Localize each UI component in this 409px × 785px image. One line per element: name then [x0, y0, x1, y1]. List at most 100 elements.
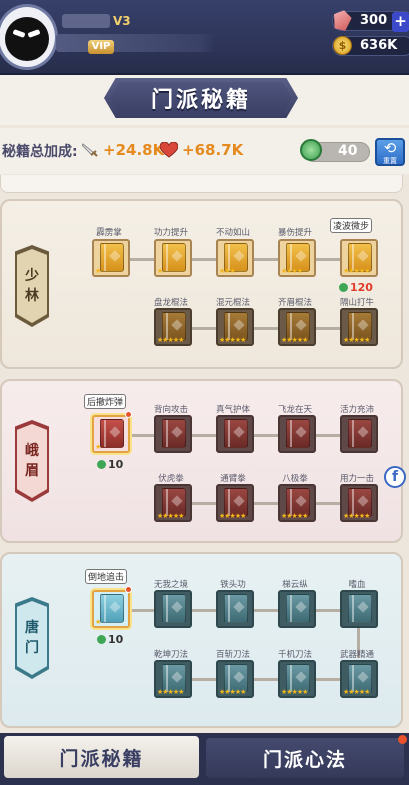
star-rating: [281, 444, 315, 451]
hp-bonus: +68.7K: [182, 141, 244, 159]
skill-node-locked[interactable]: [154, 415, 192, 453]
star-rating: ★: [95, 268, 101, 275]
skill-node-locked[interactable]: ★★★★★: [154, 308, 192, 346]
skill-node-locked[interactable]: [216, 415, 254, 453]
skill-node-active[interactable]: ★: [92, 590, 130, 628]
star-rating: ★★★★★: [343, 337, 370, 344]
star-rating: [343, 444, 377, 451]
star-rating: ★★★★★: [157, 337, 184, 344]
skill-node-gold[interactable]: ★★★★: [278, 239, 316, 277]
attack-bonus: +24.8K: [103, 141, 165, 159]
gem-amount: 300: [360, 13, 388, 28]
bonus-label: 秘籍总加成:: [2, 144, 78, 160]
skill-node-locked[interactable]: [278, 415, 316, 453]
star-rating: ★★★★★: [343, 268, 370, 275]
sect-name-char: 眉: [25, 463, 39, 479]
sect-name-char: 唐: [25, 620, 39, 636]
vip-level: V3: [113, 14, 131, 28]
jade-icon: [300, 139, 322, 161]
skill-node-locked[interactable]: [340, 415, 378, 453]
player-name-redacted: [62, 14, 110, 28]
skill-label: 功力提升: [153, 228, 188, 238]
skill-cost-value: 10: [108, 458, 124, 471]
skill-node-locked[interactable]: ★★★★★: [216, 660, 254, 698]
skill-label: 用力一击: [339, 474, 374, 484]
skill-label: 真气护体: [215, 405, 250, 415]
skill-node-locked[interactable]: ★★★★★: [154, 660, 192, 698]
jade-icon: [339, 283, 348, 292]
star-rating: ★★★★★: [157, 689, 184, 696]
skill-node-locked[interactable]: [154, 590, 192, 628]
jade-icon: [97, 635, 106, 644]
skill-node-locked[interactable]: ★★★★★: [154, 484, 192, 522]
add-gems-button[interactable]: +: [392, 12, 409, 32]
sect-emblem-shaolin: 少 林: [17, 249, 47, 323]
skill-node-locked[interactable]: ★★★★★: [340, 484, 378, 522]
skill-label-bubble: 倒地追击: [85, 569, 128, 584]
tab-sect-heart-method[interactable]: 门派心法: [206, 738, 404, 778]
skill-node-locked[interactable]: ★★★★★: [278, 484, 316, 522]
star-rating: ★★★★★: [157, 513, 184, 520]
star-rating: ★★★★★: [219, 513, 246, 520]
skill-node-locked[interactable]: [216, 590, 254, 628]
star-rating: ★: [95, 619, 101, 626]
tab-sect-secrets[interactable]: 门派秘籍: [4, 736, 199, 778]
skill-node-gold[interactable]: ★★★: [216, 239, 254, 277]
skill-label: 活力充沛: [339, 405, 374, 415]
notification-dot: [125, 586, 132, 593]
star-rating: ★★★★★: [219, 337, 246, 344]
star-rating: ★★★: [219, 268, 236, 275]
reset-button[interactable]: ⟲ 重置: [375, 138, 405, 166]
skill-label: 背向攻击: [153, 405, 188, 415]
vip-badge[interactable]: VIP: [88, 40, 114, 54]
skill-label-bubble: 凌波微步: [330, 218, 373, 233]
title-banner: 门派秘籍: [104, 78, 298, 118]
skill-label-bubble: 后撤炸弹: [84, 394, 127, 409]
reset-label: 重置: [383, 157, 397, 165]
skill-node-locked[interactable]: ★★★★★: [216, 484, 254, 522]
skill-label: 齐眉棍法: [277, 298, 312, 308]
skill-label: 铁头功: [220, 580, 246, 590]
panel-edge: [0, 175, 403, 193]
star-rating: ★★★★★: [343, 513, 370, 520]
skill-label: 伏虎拳: [158, 474, 184, 484]
skill-label: 霹雳掌: [96, 228, 122, 238]
skill-node-gold[interactable]: ★: [154, 239, 192, 277]
skill-node-locked[interactable]: ★★★★★: [278, 308, 316, 346]
sect-emblem-emei: 峨 眉: [17, 424, 47, 498]
skill-node-locked[interactable]: ★★★★★: [340, 660, 378, 698]
skill-label: 百斩刀法: [215, 650, 250, 660]
skill-cost-value: 10: [108, 633, 124, 646]
star-rating: ★: [157, 268, 163, 275]
star-rating: ★★★★: [281, 268, 303, 275]
gold-amount: 636K: [360, 38, 398, 53]
skill-node-locked[interactable]: ★★★★★: [278, 660, 316, 698]
skill-label: 梯云纵: [282, 580, 308, 590]
avatar-face: [5, 17, 49, 61]
skill-node-locked[interactable]: ★★★★★: [216, 308, 254, 346]
star-rating: ★★★★★: [219, 689, 246, 696]
notification-dot: [125, 411, 132, 418]
skill-node-locked[interactable]: ★★★★★: [340, 308, 378, 346]
skill-node-locked[interactable]: [340, 590, 378, 628]
star-rating: [219, 619, 253, 626]
skill-label: 不动如山: [215, 228, 250, 238]
sect-name-char: 门: [25, 640, 39, 656]
skill-label: 八极拳: [282, 474, 308, 484]
skill-node-active[interactable]: ★: [92, 415, 130, 453]
jade-icon: [97, 460, 106, 469]
skill-node-gold[interactable]: ★: [92, 239, 130, 277]
facebook-button[interactable]: f: [384, 466, 406, 488]
star-rating: [157, 444, 191, 451]
skill-node-locked[interactable]: [278, 590, 316, 628]
star-rating: [157, 619, 191, 626]
skill-points-value: 40: [338, 143, 358, 159]
sect-name-char: 少: [25, 268, 39, 284]
skill-node-gold[interactable]: ★★★★★: [340, 239, 378, 277]
star-rating: ★★★★★: [281, 689, 308, 696]
skill-label: 千机刀法: [277, 650, 312, 660]
star-rating: ★★★★★: [343, 689, 370, 696]
star-rating: [219, 444, 253, 451]
skill-label: 飞龙在天: [277, 405, 312, 415]
skill-label: 乾坤刀法: [153, 650, 188, 660]
